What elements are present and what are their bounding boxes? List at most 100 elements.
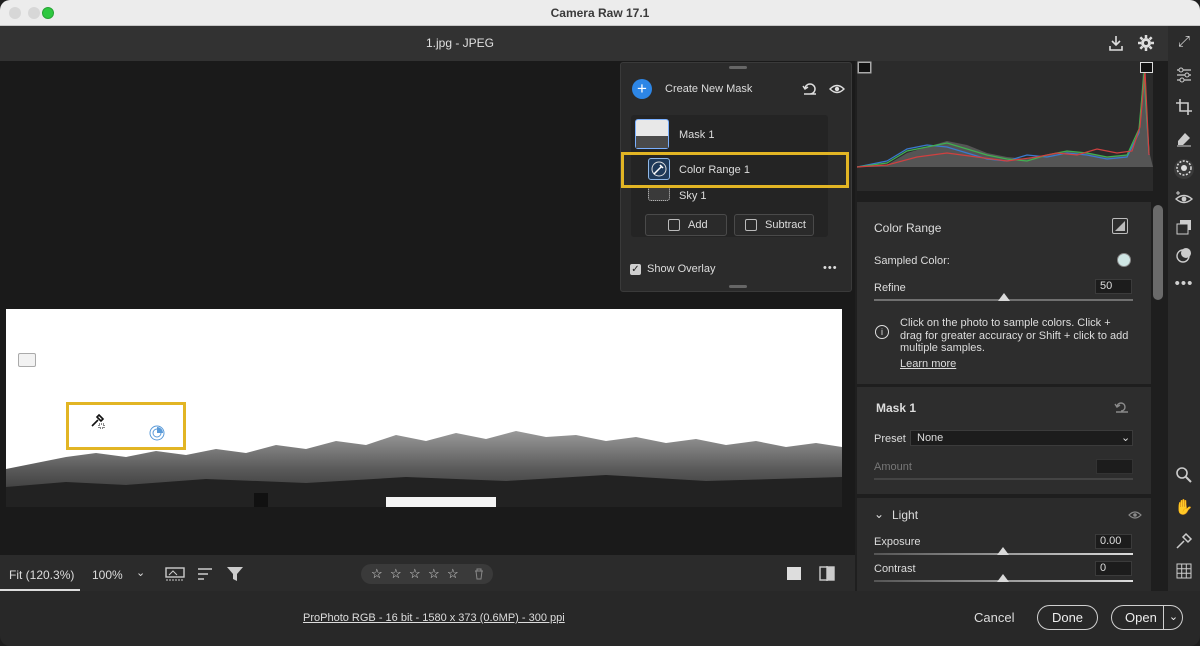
title-bar: Camera Raw 17.1 bbox=[0, 0, 1200, 26]
mask-1-thumbnail[interactable] bbox=[635, 119, 669, 149]
before-after-icon[interactable] bbox=[819, 566, 835, 581]
sampled-color-label: Sampled Color: bbox=[874, 255, 950, 267]
edit-sliders-icon[interactable] bbox=[1174, 66, 1194, 86]
show-overlay-checkbox[interactable]: ✓ bbox=[630, 264, 641, 275]
panel-grip[interactable] bbox=[729, 66, 747, 69]
sampled-color-swatch[interactable] bbox=[1117, 253, 1131, 267]
preset-dropdown[interactable]: None ⌄ bbox=[910, 430, 1133, 446]
light-section: ⌄ Light Exposure 0.00 Contrast 0 bbox=[857, 498, 1151, 591]
refine-value[interactable]: 50 bbox=[1095, 279, 1132, 294]
sampler-icon[interactable] bbox=[1174, 532, 1194, 552]
open-options-chevron-icon[interactable]: ⌄ bbox=[1163, 606, 1183, 629]
contrast-slider-thumb[interactable] bbox=[997, 574, 1009, 582]
sort-icon[interactable] bbox=[197, 566, 215, 582]
gear-icon[interactable] bbox=[1137, 34, 1155, 52]
reset-icon[interactable] bbox=[1114, 401, 1130, 413]
info-icon: i bbox=[875, 325, 889, 339]
rating-star-4[interactable]: ☆ bbox=[428, 566, 440, 582]
eyedropper-cursor-icon bbox=[89, 413, 105, 429]
filter-icon[interactable] bbox=[226, 566, 244, 582]
color-range-callout bbox=[621, 152, 849, 188]
more-tools-icon[interactable]: ••• bbox=[1174, 274, 1194, 294]
contrast-value[interactable]: 0 bbox=[1095, 561, 1132, 576]
canvas-toolbar: Fit (120.3%) 100% ⌄ ☆ ☆ ☆ ☆ ☆ bbox=[0, 555, 855, 591]
panel-bottom-grip[interactable] bbox=[729, 285, 747, 288]
contrast-label: Contrast bbox=[874, 563, 916, 575]
footer-bar: ProPhoto RGB - 16 bit - 1580 x 373 (0.6M… bbox=[0, 591, 1200, 646]
rating-bar: ☆ ☆ ☆ ☆ ☆ bbox=[361, 564, 493, 584]
cancel-button[interactable]: Cancel bbox=[974, 610, 1014, 625]
masks-panel: + Create New Mask Mask 1 Color Range 1 S… bbox=[620, 62, 852, 292]
more-options-button[interactable]: ••• bbox=[823, 262, 838, 274]
rating-star-5[interactable]: ☆ bbox=[447, 566, 459, 582]
eraser-icon[interactable] bbox=[1174, 129, 1194, 149]
subtract-button[interactable]: Subtract bbox=[734, 214, 814, 236]
file-bar: 1.jpg - JPEG bbox=[0, 26, 1168, 61]
color-range-section: Color Range Sampled Color: Refine 50 i C… bbox=[857, 202, 1151, 384]
refine-label: Refine bbox=[874, 282, 906, 294]
rating-star-1[interactable]: ☆ bbox=[371, 566, 383, 582]
right-panel-scrollbar[interactable] bbox=[1153, 205, 1163, 300]
file-name: 1.jpg - JPEG bbox=[425, 36, 495, 50]
histogram bbox=[856, 61, 1153, 191]
background-toggle-icon[interactable] bbox=[787, 567, 801, 580]
chevron-down-icon: ⌄ bbox=[1121, 432, 1131, 444]
eye-icon[interactable] bbox=[1128, 510, 1142, 520]
chevron-down-icon[interactable]: ⌄ bbox=[874, 507, 884, 521]
amount-slider-track bbox=[874, 478, 1133, 480]
add-icon bbox=[668, 219, 680, 231]
trash-icon[interactable] bbox=[473, 568, 485, 580]
shadow-clipping-toggle[interactable] bbox=[858, 62, 871, 73]
masking-icon[interactable] bbox=[1174, 159, 1194, 179]
open-button[interactable]: Open ⌄ bbox=[1111, 605, 1183, 630]
presets-icon[interactable] bbox=[1174, 246, 1194, 266]
undo-icon[interactable] bbox=[802, 82, 818, 96]
zoom-icon[interactable] bbox=[1174, 466, 1194, 486]
rating-star-2[interactable]: ☆ bbox=[390, 566, 402, 582]
rating-star-3[interactable]: ☆ bbox=[409, 566, 421, 582]
window-title: Camera Raw 17.1 bbox=[550, 6, 650, 20]
amount-label: Amount bbox=[874, 461, 912, 473]
refine-slider-thumb[interactable] bbox=[997, 293, 1010, 301]
amount-value bbox=[1096, 459, 1133, 474]
zoom-100-button[interactable]: 100% ⌄ bbox=[82, 555, 148, 591]
snapshots-icon[interactable] bbox=[1174, 218, 1194, 238]
tool-rail: ⤢ ••• ✋ bbox=[1168, 26, 1200, 591]
mask-1-title: Mask 1 bbox=[876, 401, 917, 415]
mask-1-label[interactable]: Mask 1 bbox=[679, 129, 714, 141]
camera-raw-window: Camera Raw 17.1 1.jpg - JPEG + Create Ne… bbox=[0, 0, 1200, 646]
highlight-clipping-toggle[interactable] bbox=[1140, 62, 1153, 73]
save-icon[interactable] bbox=[1107, 34, 1125, 52]
sample-instructions: Click on the photo to sample colors. Cli… bbox=[900, 317, 1129, 354]
chevron-down-icon[interactable]: ⌄ bbox=[136, 566, 145, 579]
mask-1-section: Mask 1 Preset None ⌄ Amount bbox=[857, 387, 1151, 494]
right-panel: Color Range Sampled Color: Refine 50 i C… bbox=[856, 61, 1168, 602]
create-new-mask-button[interactable]: + bbox=[632, 79, 652, 99]
fullscreen-icon[interactable]: ⤢ bbox=[1174, 32, 1194, 52]
subtract-icon bbox=[745, 219, 757, 231]
exposure-label: Exposure bbox=[874, 536, 921, 548]
invert-icon[interactable] bbox=[1112, 218, 1128, 234]
preset-label: Preset bbox=[874, 433, 906, 445]
create-new-mask-label[interactable]: Create New Mask bbox=[665, 83, 752, 95]
learn-more-link[interactable]: Learn more bbox=[900, 358, 956, 370]
red-eye-icon[interactable] bbox=[1174, 189, 1194, 209]
workflow-options-link[interactable]: ProPhoto RGB - 16 bit - 1580 x 373 (0.6M… bbox=[303, 612, 565, 624]
overlay-toggle-icon[interactable] bbox=[18, 353, 36, 367]
eyedropper-callout bbox=[66, 402, 186, 450]
add-button[interactable]: Add bbox=[645, 214, 727, 236]
hand-icon[interactable]: ✋ bbox=[1174, 498, 1194, 518]
show-overlay-label[interactable]: Show Overlay bbox=[647, 263, 715, 275]
done-button[interactable]: Done bbox=[1037, 605, 1098, 630]
fit-zoom-button[interactable]: Fit (120.3%) bbox=[0, 555, 80, 591]
grid-icon[interactable] bbox=[1174, 562, 1194, 582]
color-range-pin-icon[interactable] bbox=[149, 425, 165, 441]
color-range-title: Color Range bbox=[874, 221, 942, 235]
crop-icon[interactable] bbox=[1174, 98, 1194, 118]
exposure-value[interactable]: 0.00 bbox=[1095, 534, 1132, 549]
filmstrip-icon[interactable] bbox=[165, 566, 185, 582]
light-title[interactable]: Light bbox=[892, 508, 918, 522]
sky-1-label[interactable]: Sky 1 bbox=[679, 190, 707, 202]
exposure-slider-thumb[interactable] bbox=[997, 547, 1009, 555]
eye-icon[interactable] bbox=[829, 82, 845, 96]
